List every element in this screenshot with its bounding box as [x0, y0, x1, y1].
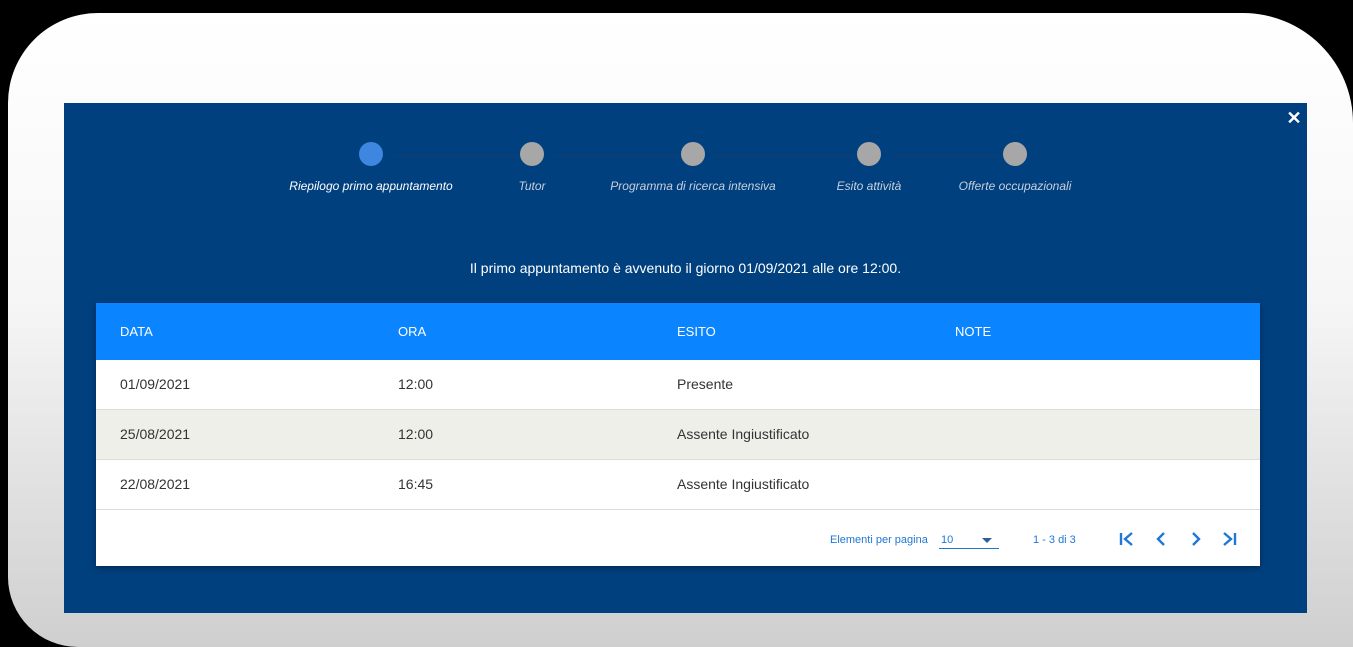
cell-ora: 12:00: [398, 376, 434, 392]
cell-data: 25/08/2021: [120, 426, 191, 442]
table-row: 22/08/2021 16:45 Assente Ingiustificato: [96, 460, 1260, 510]
close-icon: ✕: [1286, 108, 1302, 128]
step-label-tutor[interactable]: Tutor: [518, 179, 545, 193]
pagination: Elementi per pagina 10 1 - 3 di 3: [96, 513, 1260, 566]
step-connector: [554, 155, 684, 156]
cell-data: 22/08/2021: [120, 476, 191, 492]
cell-esito: Presente: [677, 376, 734, 392]
page-range: 1 - 3 di 3: [1033, 534, 1076, 546]
appointments-table: DATA ORA ESITO NOTE 01/09/2021 12:00 Pre…: [96, 303, 1260, 566]
step-dot-esito[interactable]: [857, 142, 881, 166]
modal-dialog: Riepilogo primo appuntamento Tutor Progr…: [64, 103, 1307, 613]
chevron-down-icon: [982, 538, 992, 543]
chevron-right-icon: [1192, 532, 1201, 546]
first-page-button[interactable]: [1116, 528, 1138, 550]
appointment-summary: Il primo appuntamento è avvenuto il gior…: [469, 260, 902, 276]
stepper: Riepilogo primo appuntamento Tutor Progr…: [64, 103, 1307, 213]
last-page-icon: [1223, 532, 1237, 546]
chevron-left-icon: [1156, 532, 1165, 546]
step-dot-riepilogo[interactable]: [359, 142, 383, 166]
previous-page-button[interactable]: [1150, 528, 1172, 550]
step-connector: [394, 155, 524, 156]
column-header-data: DATA: [120, 324, 153, 339]
last-page-button[interactable]: [1218, 528, 1240, 550]
step-label-programma[interactable]: Programma di ricerca intensiva: [610, 179, 775, 193]
items-per-page-select[interactable]: 10: [939, 530, 999, 549]
cell-ora: 16:45: [398, 476, 434, 492]
step-dot-tutor[interactable]: [520, 142, 544, 166]
step-label-offerte[interactable]: Offerte occupazionali: [959, 179, 1072, 193]
step-dot-programma[interactable]: [681, 142, 705, 166]
step-label-esito[interactable]: Esito attività: [837, 179, 902, 193]
cell-esito: Assente Ingiustificato: [677, 426, 810, 442]
step-label-riepilogo[interactable]: Riepilogo primo appuntamento: [289, 179, 452, 193]
items-per-page-label: Elementi per pagina: [830, 534, 928, 546]
table-row: 25/08/2021 12:00 Assente Ingiustificato: [96, 410, 1260, 460]
table-header: DATA ORA ESITO NOTE: [96, 303, 1260, 360]
items-per-page-value: 10: [941, 534, 954, 546]
table-row: 01/09/2021 12:00 Presente: [96, 360, 1260, 410]
column-header-ora: ORA: [398, 324, 427, 339]
cell-ora: 12:00: [398, 426, 434, 442]
next-page-button[interactable]: [1185, 528, 1207, 550]
step-connector: [714, 155, 874, 156]
step-dot-offerte[interactable]: [1003, 142, 1027, 166]
column-header-note: NOTE: [955, 324, 992, 339]
first-page-icon: [1119, 532, 1133, 546]
cell-esito: Assente Ingiustificato: [677, 476, 810, 492]
cell-data: 01/09/2021: [120, 376, 191, 392]
close-button[interactable]: ✕: [1286, 109, 1302, 127]
column-header-esito: ESITO: [677, 324, 716, 339]
